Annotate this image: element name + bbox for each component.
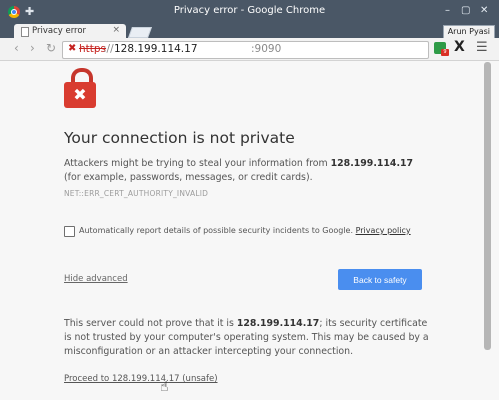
insecure-lock-icon[interactable]: ✖ <box>68 43 76 54</box>
window-titlebar: ✚ Privacy error - Google Chrome – ▢ ✕ <box>0 0 499 24</box>
address-bar[interactable]: ✖ https :// 128.199.114.17 :9090 <box>62 41 429 59</box>
intro-text: Attackers might be trying to steal your … <box>64 157 424 185</box>
extension-badge: 9 <box>441 49 449 56</box>
broken-lock-icon: ✖ <box>64 68 96 108</box>
report-option: Automatically report details of possible… <box>64 225 444 239</box>
error-code: NET::ERR_CERT_AUTHORITY_INVALID <box>64 189 209 198</box>
url-host: 128.199.114.17 <box>114 43 198 55</box>
maximize-button[interactable]: ▢ <box>461 5 470 16</box>
back-button[interactable]: ‹ <box>14 41 19 55</box>
url-separator: :// <box>103 43 114 55</box>
mouse-cursor-icon: ☝ <box>160 379 169 395</box>
tab-strip: Privacy error × Arun Pyasi <box>0 24 499 39</box>
tab-close-icon[interactable]: × <box>112 25 120 35</box>
report-checkbox[interactable] <box>64 226 75 237</box>
new-tab-button[interactable] <box>127 27 153 38</box>
menu-icon[interactable]: ☰ <box>476 40 488 55</box>
intro-prefix: Attackers might be trying to steal your … <box>64 158 331 169</box>
privacy-policy-link[interactable]: Privacy policy <box>356 226 411 235</box>
hide-advanced-link[interactable]: Hide advanced <box>64 274 128 284</box>
user-profile-button[interactable]: Arun Pyasi <box>442 25 495 39</box>
url-scheme: https <box>79 43 107 55</box>
intro-suffix: (for example, passwords, messages, or cr… <box>64 172 313 183</box>
x-extension-icon[interactable]: X <box>454 39 465 55</box>
report-label: Automatically report details of possible… <box>79 226 411 235</box>
forward-button[interactable]: › <box>30 41 35 55</box>
tab-title: Privacy error <box>32 26 87 36</box>
report-text: Automatically report details of possible… <box>79 226 356 235</box>
browser-toolbar: ‹ › ↻ ✖ https :// 128.199.114.17 :9090 9… <box>0 38 499 61</box>
tab-privacy-error[interactable]: Privacy error × <box>14 24 126 39</box>
window-title: Privacy error - Google Chrome <box>173 5 326 16</box>
detail-text: This server could not prove that it is 1… <box>64 317 434 359</box>
url-port: :9090 <box>251 43 282 55</box>
proceed-unsafe-link[interactable]: Proceed to 128.199.114.17 (unsafe) <box>64 374 218 384</box>
page-title: Your connection is not private <box>64 129 295 147</box>
intro-host: 128.199.114.17 <box>330 158 414 169</box>
close-window-button[interactable]: ✕ <box>480 5 488 16</box>
interstitial-page: ✖ Your connection is not private Attacke… <box>0 61 499 400</box>
document-icon <box>21 27 29 37</box>
page-scrollbar[interactable] <box>484 62 491 350</box>
reload-button[interactable]: ↻ <box>46 41 56 55</box>
detail-host: 128.199.114.17 <box>236 318 320 329</box>
back-to-safety-button[interactable]: Back to safety <box>338 269 422 290</box>
detail-prefix: This server could not prove that it is <box>64 318 237 329</box>
minimize-button[interactable]: – <box>445 5 450 16</box>
